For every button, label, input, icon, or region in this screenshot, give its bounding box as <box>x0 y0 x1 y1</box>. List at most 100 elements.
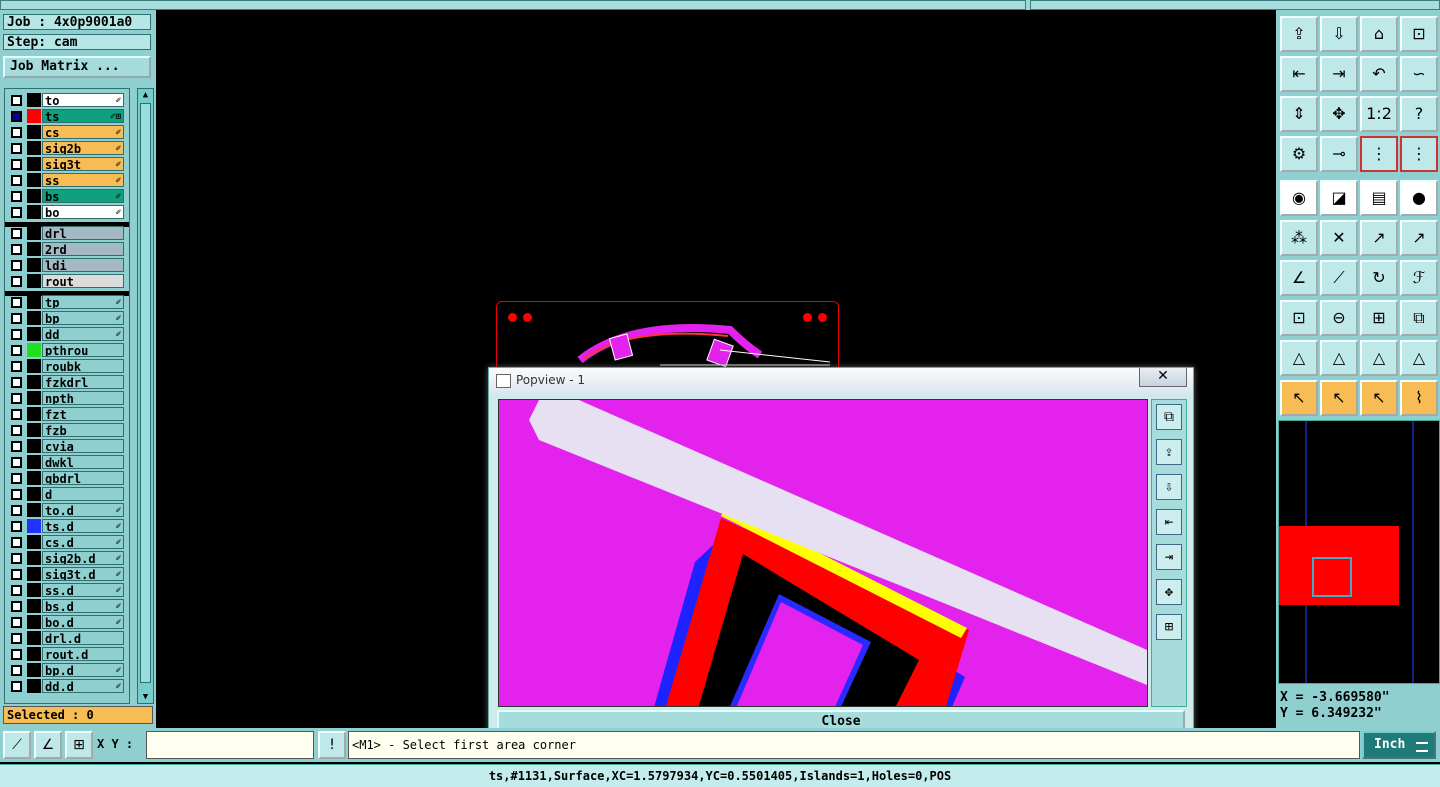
units-selector[interactable]: Inch <box>1362 731 1436 759</box>
layer-row[interactable]: rout <box>7 274 127 288</box>
layer-name[interactable]: sig3t.d ✐ <box>42 567 124 581</box>
layer-color-swatch[interactable] <box>27 583 41 597</box>
select-poly-tool-icon[interactable]: ↖ <box>1360 380 1398 416</box>
layer-color-swatch[interactable] <box>27 93 41 107</box>
layer-checkbox[interactable] <box>11 601 22 612</box>
layer-color-swatch[interactable] <box>27 407 41 421</box>
layer-name[interactable]: to.d ✐ <box>42 503 124 517</box>
job-matrix-button[interactable]: Job Matrix ... <box>3 56 151 78</box>
layer-name[interactable]: drl <box>42 226 124 240</box>
layer-name[interactable]: d <box>42 487 124 501</box>
zoom-fit-icon[interactable]: ⇕ <box>1280 96 1318 132</box>
layer-checkbox[interactable] <box>11 649 22 660</box>
layer-row[interactable]: npth <box>7 391 127 405</box>
layer-color-swatch[interactable] <box>27 157 41 171</box>
layer-checkbox[interactable] <box>11 553 22 564</box>
layer-color-swatch[interactable] <box>27 125 41 139</box>
layer-row[interactable]: gbdrl <box>7 471 127 485</box>
layer-row[interactable]: cs ✐ <box>7 125 127 139</box>
layer-checkbox[interactable] <box>11 260 22 271</box>
layer-name[interactable]: sig2b.d ✐ <box>42 551 124 565</box>
angle-tool-icon[interactable]: ∠ <box>1280 260 1318 296</box>
layer-props-icon[interactable]: ⋮ <box>1360 136 1398 172</box>
layer-row[interactable]: ts ✐⊞ <box>7 109 127 123</box>
layer-color-swatch[interactable] <box>27 242 41 256</box>
layer-row[interactable]: ldi <box>7 258 127 272</box>
layer-name[interactable]: dd ✐ <box>42 327 124 341</box>
layer-color-swatch[interactable] <box>27 487 41 501</box>
snap-point-icon[interactable]: ● <box>1400 180 1438 216</box>
pan-left-icon[interactable]: ⇤ <box>1156 509 1182 535</box>
layer-name[interactable]: bs.d ✐ <box>42 599 124 613</box>
layer-name[interactable]: dwkl <box>42 455 124 469</box>
layer-row[interactable]: dd.d ✐ <box>7 679 127 693</box>
layer-name[interactable]: to ✐ <box>42 93 124 107</box>
popview-close-x-button[interactable]: ✕ <box>1139 368 1187 387</box>
layer-row[interactable]: dd ✐ <box>7 327 127 341</box>
layer-color-swatch[interactable] <box>27 503 41 517</box>
edit-feature-icon[interactable]: ◪ <box>1320 180 1358 216</box>
scale-icon[interactable]: 1:2 <box>1360 96 1398 132</box>
layer-name[interactable]: rout.d <box>42 647 124 661</box>
zoom-center-icon[interactable]: ✥ <box>1320 96 1358 132</box>
zoom-in-icon[interactable]: ✥ <box>1156 579 1182 605</box>
layer-color-swatch[interactable] <box>27 455 41 469</box>
layer-checkbox[interactable] <box>11 681 22 692</box>
pad-tool-icon[interactable]: ⊡ <box>1280 300 1318 336</box>
move-down-icon[interactable]: ⇩ <box>1320 16 1358 52</box>
layer-row[interactable]: rout.d <box>7 647 127 661</box>
layer-name[interactable]: ts.d ✐ <box>42 519 124 533</box>
layer-name[interactable]: cvia <box>42 439 124 453</box>
move-point-2-icon[interactable]: ↗ <box>1400 220 1438 256</box>
layer-color-swatch[interactable] <box>27 343 41 357</box>
layer-color-swatch[interactable] <box>27 226 41 240</box>
angle-mode-icon[interactable]: ∠ <box>34 731 62 759</box>
layer-checkbox[interactable] <box>11 329 22 340</box>
layer-checkbox[interactable] <box>11 585 22 596</box>
layer-color-swatch[interactable] <box>27 519 41 533</box>
layer-props-2-icon[interactable]: ⋮ <box>1400 136 1438 172</box>
layer-name[interactable]: bo ✐ <box>42 205 124 219</box>
layer-row[interactable]: roubk <box>7 359 127 373</box>
layer-color-swatch[interactable] <box>27 274 41 288</box>
layer-checkbox[interactable] <box>11 409 22 420</box>
move-right-icon[interactable]: ⇥ <box>1320 56 1358 92</box>
layer-row[interactable]: fzt <box>7 407 127 421</box>
layer-color-swatch[interactable] <box>27 173 41 187</box>
layer-row[interactable]: ss.d ✐ <box>7 583 127 597</box>
alert-icon[interactable]: ! <box>318 731 346 759</box>
layer-row[interactable]: sig2b.d ✐ <box>7 551 127 565</box>
zoom-out-icon[interactable]: ⊞ <box>1156 614 1182 640</box>
layer-color-swatch[interactable] <box>27 631 41 645</box>
layer-name[interactable]: ldi <box>42 258 124 272</box>
scroll-up-icon[interactable]: ▲ <box>138 89 153 101</box>
layer-checkbox[interactable] <box>11 473 22 484</box>
cut-tool-icon[interactable]: ⊖ <box>1320 300 1358 336</box>
layer-row[interactable]: bo ✐ <box>7 205 127 219</box>
layer-checkbox[interactable] <box>11 441 22 452</box>
layer-checkbox[interactable] <box>11 276 22 287</box>
layer-checkbox[interactable] <box>11 457 22 468</box>
layer-color-swatch[interactable] <box>27 423 41 437</box>
layer-color-swatch[interactable] <box>27 141 41 155</box>
layer-color-swatch[interactable] <box>27 535 41 549</box>
layer-row[interactable]: bo.d ✐ <box>7 615 127 629</box>
layer-color-swatch[interactable] <box>27 359 41 373</box>
layer-row[interactable]: cvia <box>7 439 127 453</box>
settings-icon[interactable]: ⚙ <box>1280 136 1318 172</box>
layer-name[interactable]: tp ✐ <box>42 295 124 309</box>
layer-name[interactable]: fzkdrl <box>42 375 124 389</box>
undo-view-icon[interactable]: ↶ <box>1360 56 1398 92</box>
layer-row[interactable]: 2rd <box>7 242 127 256</box>
home-icon[interactable]: ⌂ <box>1360 16 1398 52</box>
layer-checkbox[interactable] <box>11 244 22 255</box>
move-left-icon[interactable]: ⇤ <box>1280 56 1318 92</box>
layer-row[interactable]: sig2b ✐ <box>7 141 127 155</box>
delete-point-icon[interactable]: ✕ <box>1320 220 1358 256</box>
layer-row[interactable]: cs.d ✐ <box>7 535 127 549</box>
layer-checkbox[interactable] <box>11 489 22 500</box>
layer-color-swatch[interactable] <box>27 647 41 661</box>
layer-name[interactable]: sig2b ✐ <box>42 141 124 155</box>
select-pad-icon[interactable]: ◉ <box>1280 180 1318 216</box>
layer-checkbox[interactable] <box>11 425 22 436</box>
